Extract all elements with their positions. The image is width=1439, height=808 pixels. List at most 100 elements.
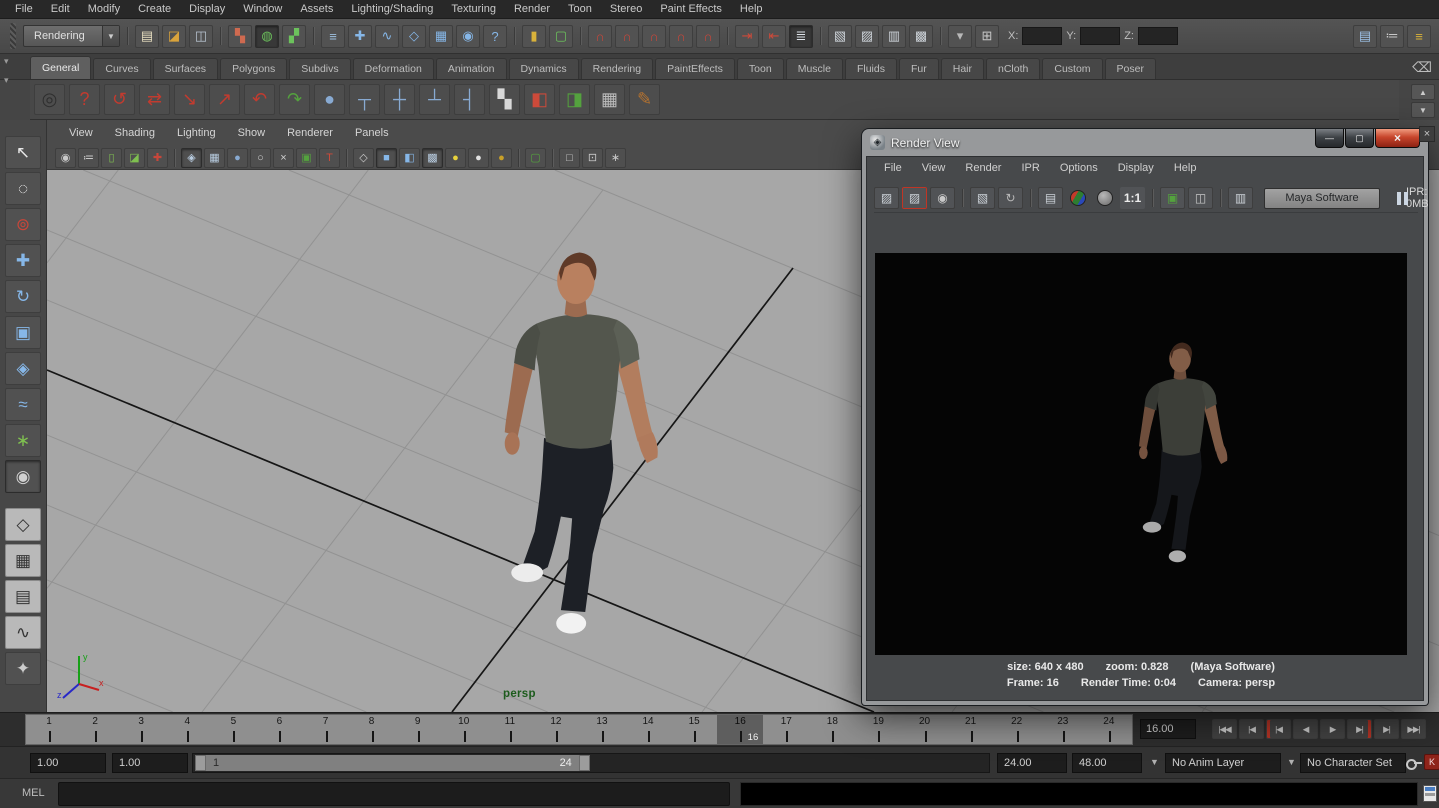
menu-display[interactable]: Display <box>180 0 234 18</box>
show-attribute-editor-icon[interactable]: ▤ <box>1353 25 1377 48</box>
menu-edit[interactable]: Edit <box>42 0 79 18</box>
character-set-selector[interactable]: No Character Set <box>1300 753 1406 773</box>
timeline-frame-16[interactable]: 1616 <box>717 715 763 744</box>
last-tool-camera-icon[interactable]: ◉ <box>5 460 41 493</box>
timeline-frame-12[interactable]: 12 <box>533 715 579 744</box>
render-settings-icon[interactable]: ▩ <box>909 25 933 48</box>
shelf-tab-poser[interactable]: Poser <box>1105 58 1156 79</box>
shelf-tab-hair[interactable]: Hair <box>941 58 984 79</box>
two-sided-lighting-icon[interactable]: ● <box>491 148 512 168</box>
shelf-tab-surfaces[interactable]: Surfaces <box>153 58 218 79</box>
isolate-select-icon[interactable]: □ <box>559 148 580 168</box>
save-scene-icon[interactable]: ◫ <box>189 25 213 48</box>
wireframe-display-icon[interactable]: ◇ <box>353 148 374 168</box>
timeline-frame-22[interactable]: 22 <box>994 715 1040 744</box>
timeline-frame-4[interactable]: 4 <box>164 715 210 744</box>
playblast-reel-icon[interactable]: ◎ <box>34 84 65 115</box>
step-back-key-icon[interactable]: |◀ <box>1266 719 1291 739</box>
script-editor-icon[interactable] <box>1423 785 1437 802</box>
viewport-close-icon[interactable]: × <box>1419 126 1435 142</box>
shelf-tab-painteffects[interactable]: PaintEffects <box>655 58 735 79</box>
layout-persp-outliner-icon[interactable]: ▤ <box>5 580 41 613</box>
select-by-component-icon[interactable]: ▞ <box>282 25 306 48</box>
ipr-render-icon[interactable]: ▧ <box>970 187 995 209</box>
magnet-snap-point-icon[interactable]: ∩ <box>642 25 666 48</box>
render-view-menu-file[interactable]: File <box>876 162 910 174</box>
menu-assets[interactable]: Assets <box>291 0 342 18</box>
viewport-menu-panels[interactable]: Panels <box>345 127 399 139</box>
step-back-frame-icon[interactable]: |◀ <box>1239 719 1264 739</box>
render-region-icon[interactable]: ▤ <box>1038 187 1063 209</box>
render-view-title-bar[interactable]: ◈ Render View — ▢ × <box>862 129 1428 156</box>
timeline-frame-14[interactable]: 14 <box>625 715 671 744</box>
show-tool-settings-icon[interactable]: ≔ <box>1380 25 1404 48</box>
gate-mask-icon[interactable]: ○ <box>250 148 271 168</box>
menu-toon[interactable]: Toon <box>559 0 601 18</box>
viewport-menu-shading[interactable]: Shading <box>105 127 165 139</box>
move-tool-icon[interactable]: ✚ <box>5 244 41 277</box>
image-plane-icon[interactable]: ◪ <box>124 148 145 168</box>
ipr-render-icon[interactable]: ▥ <box>882 25 906 48</box>
z-input[interactable] <box>1138 27 1178 45</box>
2d-pan-zoom-icon[interactable]: ✚ <box>147 148 168 168</box>
film-gate-icon[interactable]: ▦ <box>204 148 225 168</box>
range-slider-track[interactable]: 1 24 <box>192 753 990 773</box>
timeline-frame-24[interactable]: 24 <box>1086 715 1132 744</box>
timeline-frame-19[interactable]: 19 <box>855 715 901 744</box>
chevron-down-icon[interactable]: ▼ <box>1150 757 1159 767</box>
resolution-gate-icon[interactable]: ● <box>227 148 248 168</box>
timeline-frame-17[interactable]: 17 <box>763 715 809 744</box>
menu-window[interactable]: Window <box>234 0 291 18</box>
redo-previous-render-icon[interactable]: ▨ <box>902 187 927 209</box>
menu-set-selector[interactable]: Rendering ▼ <box>23 25 120 47</box>
snap-to-view-planes-icon[interactable]: ▦ <box>429 25 453 48</box>
select-by-hierarchy-icon[interactable]: ▚ <box>228 25 252 48</box>
use-all-lights-icon[interactable]: ● <box>445 148 466 168</box>
minimize-button[interactable]: — <box>1315 129 1344 148</box>
menu-help[interactable]: Help <box>731 0 772 18</box>
open-render-view-icon[interactable]: ▧ <box>828 25 852 48</box>
chevron-down-icon[interactable]: ▼ <box>102 26 119 46</box>
range-end-handle[interactable] <box>579 755 590 771</box>
lasso-select-tool-icon[interactable]: ◌ <box>5 172 41 205</box>
playback-range-bar[interactable]: 1 24 <box>195 755 590 771</box>
shelf-tab-custom[interactable]: Custom <box>1042 58 1102 79</box>
timeline-frame-6[interactable]: 6 <box>256 715 302 744</box>
selection-mask-dropdown-icon[interactable]: ▾ <box>948 25 972 48</box>
shelf-tab-general[interactable]: General <box>30 56 91 79</box>
new-scene-icon[interactable]: ▤ <box>135 25 159 48</box>
timeline-frame-10[interactable]: 10 <box>441 715 487 744</box>
render-current-frame-icon[interactable]: ▨ <box>855 25 879 48</box>
refresh-render-icon[interactable]: ↻ <box>998 187 1023 209</box>
field-chart-icon[interactable]: × <box>273 148 294 168</box>
snap-to-grids-icon[interactable]: ✚ <box>348 25 372 48</box>
tumble-camera-icon[interactable]: ↺ <box>104 84 135 115</box>
show-channel-box-icon[interactable]: ≡ <box>1407 25 1431 48</box>
layout-four-view-icon[interactable]: ▦ <box>5 544 41 577</box>
rotate-tool-icon[interactable]: ↻ <box>5 280 41 313</box>
layout-single-perspective-icon[interactable]: ◇ <box>5 508 41 541</box>
go-to-end-icon[interactable]: ▶▶| <box>1401 719 1426 739</box>
layout-persp-graph-icon[interactable]: ∿ <box>5 616 41 649</box>
menu-render[interactable]: Render <box>505 0 559 18</box>
render-current-frame-icon[interactable]: ▨ <box>874 187 899 209</box>
camera-attributes-icon[interactable]: ≔ <box>78 148 99 168</box>
select-by-object-icon[interactable]: ◍ <box>255 25 279 48</box>
highlight-selection-icon[interactable]: ▢ <box>525 148 546 168</box>
timeline-frame-18[interactable]: 18 <box>809 715 855 744</box>
xray-display-icon[interactable]: ⊡ <box>582 148 603 168</box>
x-input[interactable] <box>1022 27 1062 45</box>
wireframe-on-shaded-icon[interactable]: ◧ <box>399 148 420 168</box>
graph-connections-icon[interactable]: ┤ <box>454 84 485 115</box>
sculpt-geometry-icon[interactable]: ✎ <box>629 84 660 115</box>
open-render-settings-icon[interactable]: ▣ <box>1160 187 1185 209</box>
graph-materials-icon[interactable]: ┴ <box>419 84 450 115</box>
render-view-menu-display[interactable]: Display <box>1110 162 1162 174</box>
timeline-frame-9[interactable]: 9 <box>395 715 441 744</box>
shelf-menu-arrows[interactable]: ▾▾ <box>4 56 22 116</box>
show-grid-icon[interactable]: ◈ <box>181 148 202 168</box>
set-key-icon[interactable] <box>1405 756 1423 769</box>
paint-select-tool-icon[interactable]: ⊚ <box>5 208 41 241</box>
shelf-tab-muscle[interactable]: Muscle <box>786 58 843 79</box>
safe-title-icon[interactable]: T <box>319 148 340 168</box>
